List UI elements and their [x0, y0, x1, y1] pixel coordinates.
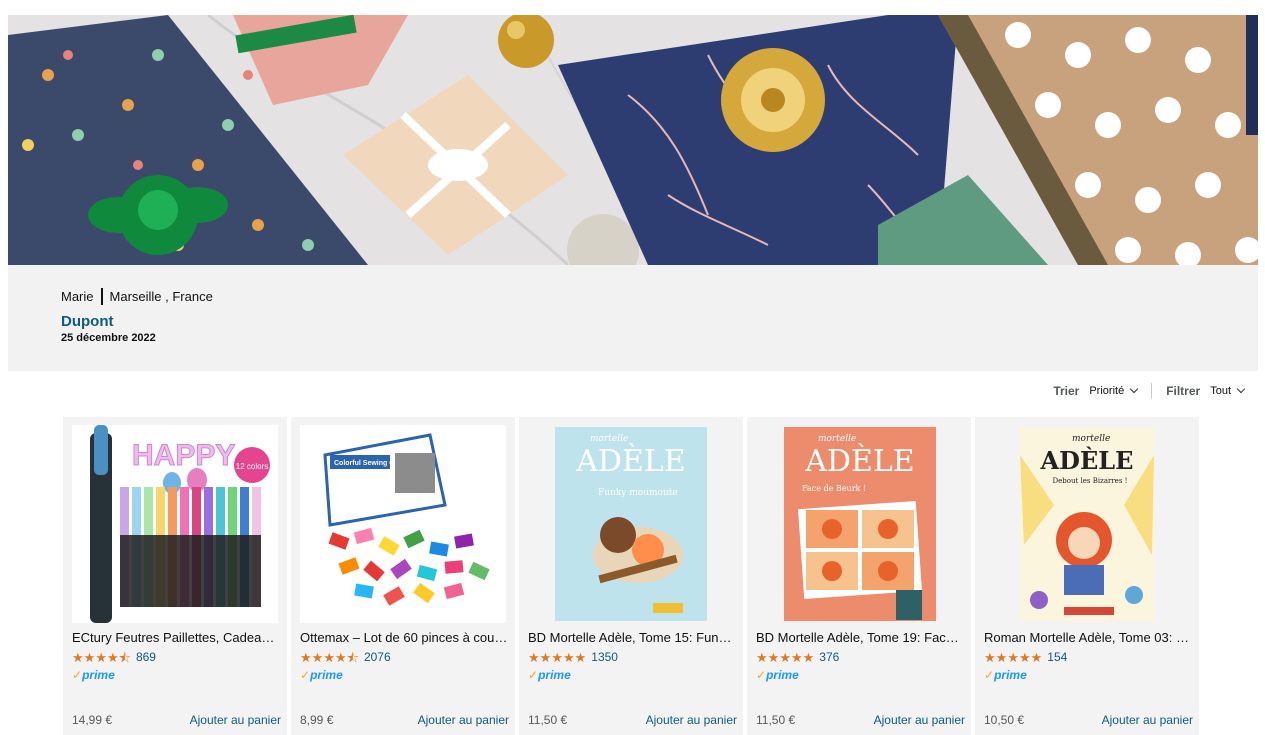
add-to-cart-link[interactable]: Ajouter au panier [418, 713, 509, 727]
product-card[interactable]: HAPPY 12 colors ECtury Feutres Paillette… [63, 417, 287, 735]
filter-value: Tout [1210, 385, 1231, 397]
add-to-cart-link[interactable]: Ajouter au panier [190, 713, 281, 727]
chevron-down-icon [1236, 384, 1246, 394]
prime-check-icon: ✓ [300, 668, 311, 682]
review-count[interactable]: 154 [1047, 650, 1067, 664]
prime-check-icon: ✓ [528, 668, 539, 682]
prime-badge: ✓ prime [984, 668, 1027, 682]
prime-check-icon: ✓ [984, 668, 995, 682]
product-rating[interactable]: ★ ★ ★ ★ ★ 154 [984, 650, 1067, 664]
chevron-down-icon [1129, 384, 1139, 394]
prime-badge: ✓ prime [300, 668, 343, 682]
cover-subtitle: Face de Beurk ! [802, 484, 866, 493]
product-price: 8,99 € [300, 713, 334, 727]
product-price: 11,50 € [756, 713, 796, 727]
list-date: 25 décembre 2022 [61, 332, 156, 344]
prime-check-icon: ✓ [72, 668, 83, 682]
sewing-clips-image[interactable]: Colorful Sewing Clips [300, 425, 506, 623]
star-rating-icon: ★ ★ ★ ★ ⯪ [72, 649, 131, 665]
product-card[interactable]: Colorful Sewing Clips Ottemax – Lot de 6… [291, 417, 515, 735]
book-cover-image[interactable]: mortelle ADÈLE Funky moumoute [528, 425, 734, 623]
star-rating-icon: ★ ★ ★ ★ ★ [528, 649, 587, 665]
owner-name: Marie [61, 289, 94, 304]
prime-badge: ✓ prime [72, 668, 115, 682]
prime-check-icon: ✓ [756, 668, 767, 682]
adele-title: ADÈLE [575, 443, 685, 479]
sort-label: Trier [1053, 384, 1080, 398]
owner-line: Marie Marseille , France [61, 288, 213, 305]
product-card[interactable]: mortelle ADÈLE Funky moumoute BD Mortell… [519, 417, 743, 735]
product-rating[interactable]: ★ ★ ★ ★ ★ 376 [756, 650, 839, 664]
product-title[interactable]: BD Mortelle Adèle, Tome 15: Funky moumou… [528, 630, 736, 645]
series-label: mortelle [818, 434, 856, 444]
filter-label: Filtrer [1166, 384, 1201, 398]
product-price: 11,50 € [528, 713, 568, 727]
cover-subtitle: Debout les Bizarres ! [1053, 477, 1128, 485]
adele-title: ADÈLE [804, 443, 914, 479]
review-count[interactable]: 1350 [591, 650, 618, 664]
product-title[interactable]: Ottemax – Lot de 60 pinces à coudre en p… [300, 630, 508, 645]
sort-value: Priorité [1089, 385, 1125, 397]
owner-location: Marseille , France [109, 289, 213, 304]
product-card[interactable]: mortelle ADÈLE Debout les Bizarres ! Rom… [975, 417, 1199, 735]
book-cover-image[interactable]: mortelle ADÈLE Face de Beurk ! [756, 425, 962, 623]
review-count[interactable]: 869 [136, 650, 156, 664]
prime-badge: ✓ prime [528, 668, 571, 682]
add-to-cart-link[interactable]: Ajouter au panier [1102, 713, 1193, 727]
product-title[interactable]: Roman Mortelle Adèle, Tome 03: Debout le… [984, 630, 1192, 645]
product-grid: HAPPY 12 colors ECtury Feutres Paillette… [63, 417, 1199, 735]
series-label: mortelle [590, 434, 628, 444]
product-price: 14,99 € [72, 713, 113, 727]
controls-divider [1151, 383, 1153, 399]
gift-banner-image [8, 15, 1258, 265]
owner-separator [100, 288, 103, 305]
product-title[interactable]: ECtury Feutres Paillettes, Cadeau Enfant… [72, 630, 280, 645]
product-rating[interactable]: ★ ★ ★ ★ ⯪ 869 [72, 650, 156, 664]
product-card[interactable]: mortelle ADÈLE Face de Beurk ! BD Mortel… [747, 417, 971, 735]
book-cover-image[interactable]: mortelle ADÈLE Debout les Bizarres ! [984, 425, 1190, 623]
filter-dropdown[interactable]: Tout [1210, 384, 1246, 397]
series-label: mortelle [1072, 434, 1110, 444]
list-title[interactable]: Dupont [61, 313, 113, 330]
markers-badge-text: 12 colors [236, 462, 268, 471]
star-rating-icon: ★ ★ ★ ★ ⯪ [300, 649, 359, 665]
sort-dropdown[interactable]: Priorité [1089, 384, 1139, 397]
star-rating-icon: ★ ★ ★ ★ ★ [984, 649, 1043, 665]
list-info-panel: Marie Marseille , France Dupont 25 décem… [8, 265, 1258, 371]
review-count[interactable]: 376 [819, 650, 839, 664]
markers-happy-text: HAPPY [132, 439, 235, 472]
adele-title: ADÈLE [1040, 446, 1134, 475]
product-rating[interactable]: ★ ★ ★ ★ ★ 1350 [528, 650, 618, 664]
star-rating-icon: ★ ★ ★ ★ ★ [756, 649, 815, 665]
add-to-cart-link[interactable]: Ajouter au panier [874, 713, 965, 727]
product-rating[interactable]: ★ ★ ★ ★ ⯪ 2076 [300, 650, 391, 664]
add-to-cart-link[interactable]: Ajouter au panier [646, 713, 737, 727]
prime-badge: ✓ prime [756, 668, 799, 682]
review-count[interactable]: 2076 [364, 650, 391, 664]
product-title[interactable]: BD Mortelle Adèle, Tome 19: Face de Beur… [756, 630, 964, 645]
product-price: 10,50 € [984, 713, 1025, 727]
cover-subtitle: Funky moumoute [598, 488, 678, 498]
glitter-markers-image[interactable]: HAPPY 12 colors [72, 425, 278, 623]
sort-filter-bar: Trier Priorité Filtrer Tout [1053, 383, 1246, 399]
